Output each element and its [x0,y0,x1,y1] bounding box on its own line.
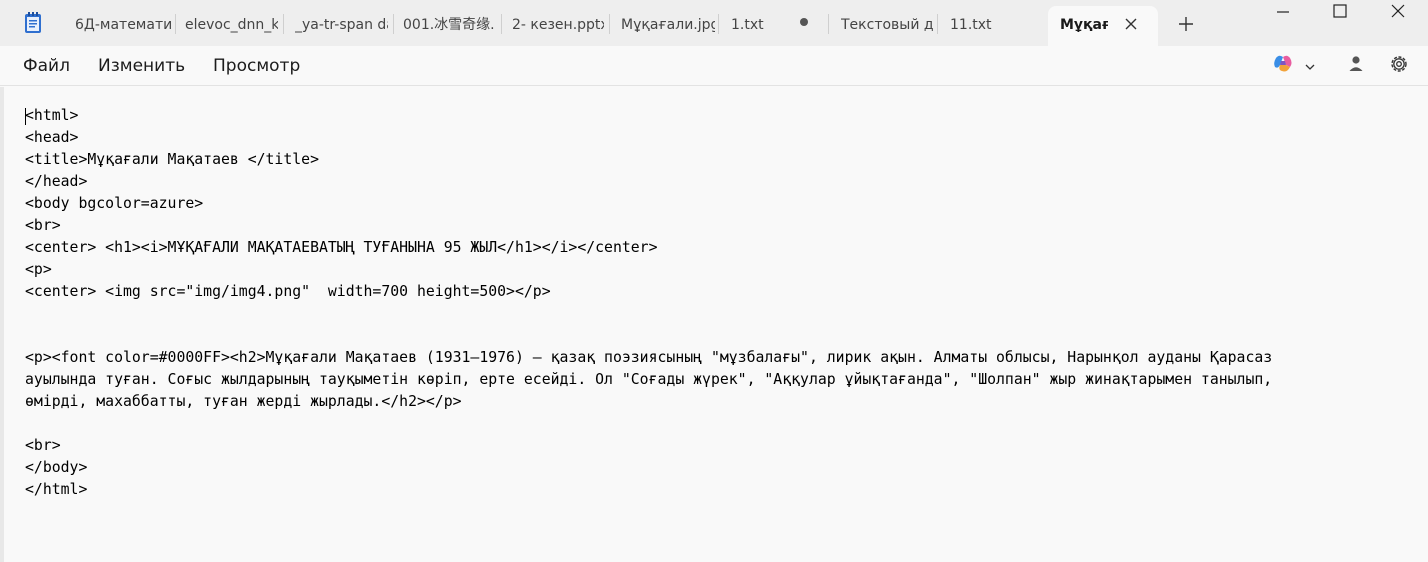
tab[interactable]: 6Д-математи [75,8,171,42]
notepad-icon [24,12,42,34]
editor-line[interactable]: <head> [25,127,1428,149]
editor-line[interactable]: ​ [25,413,1428,435]
editor-line[interactable]: <body bgcolor=azure> [25,193,1428,215]
tab-separator [175,14,176,34]
editor-line[interactable]: </body> [25,457,1428,479]
tab[interactable]: elevoc_dnn_ke [185,8,278,42]
editor-line[interactable]: </head> [25,171,1428,193]
menu-edit[interactable]: Изменить [98,55,185,77]
minimize-icon[interactable] [1260,0,1306,24]
text-editor[interactable]: <html> <head> <title>Мұқағали Мақатаев </t… [0,87,1428,562]
editor-line[interactable]: <center> <h1><i>МҰҚАҒАЛИ МАҚАТАЕВАТЫҢ ТУ… [25,237,1428,259]
editor-line[interactable]: ​ [25,325,1428,347]
tab-separator [718,14,719,34]
copilot-icon[interactable] [1272,53,1294,75]
editor-line[interactable]: <br> [25,215,1428,237]
unsaved-dot-icon [800,18,808,26]
editor-line[interactable]: <center> <img src="img/img4.png" width=7… [25,281,1428,303]
editor-line[interactable]: ​ [25,303,1428,325]
close-icon[interactable] [1375,0,1421,24]
editor-line[interactable]: ауылында туған. Соғыс жылдарының тауқыме… [25,369,1428,391]
editor-line[interactable]: <html> [25,105,1428,127]
editor-line[interactable]: </html> [25,479,1428,501]
editor-content[interactable]: <html> <head> <title>Мұқағали Мақатаев </t… [25,105,1428,501]
tab-separator [937,14,938,34]
tab[interactable]: Мұқағали.jpg [621,8,715,42]
account-icon[interactable] [1347,54,1365,74]
editor-line[interactable]: өмірді, махаббатты, туған жерді жырлады.… [25,391,1428,413]
tab-separator [393,14,394,34]
editor-line[interactable]: <title>Мұқағали Мақатаев </title> [25,149,1428,171]
tab[interactable]: 1.txt [731,8,771,42]
menu-view[interactable]: Просмотр [213,55,300,77]
tab[interactable]: 2- кезен.pptx [512,8,604,42]
menu-file[interactable]: Файл [23,55,70,77]
tab[interactable]: 11.txt [950,8,1010,42]
gear-icon[interactable] [1388,53,1410,75]
chevron-down-icon[interactable] [1304,58,1316,70]
text-caret [25,108,26,125]
tab-separator [501,14,502,34]
tab[interactable]: Текстовый до [841,8,934,42]
editor-line[interactable]: <br> [25,435,1428,457]
editor-gutter [0,87,4,562]
tab-separator [283,14,284,34]
title-bar: 6Д-математи elevoc_dnn_ke _ya-tr-span da… [0,0,1428,46]
menu-bar: Файл Изменить Просмотр [0,46,1428,86]
tab[interactable]: 001.冰雪奇缘.: [403,8,495,42]
tab-separator [828,14,829,34]
editor-line[interactable]: <p> [25,259,1428,281]
active-tab-label[interactable]: Мұқағали [1060,8,1108,42]
close-icon[interactable] [1122,15,1140,33]
editor-line[interactable]: <p><font color=#0000FF><h2>Мұқағали Мақа… [25,347,1428,369]
tab[interactable]: _ya-tr-span da [295,8,388,42]
tab-separator [609,14,610,34]
maximize-icon[interactable] [1317,0,1363,24]
plus-icon[interactable] [1176,14,1196,34]
